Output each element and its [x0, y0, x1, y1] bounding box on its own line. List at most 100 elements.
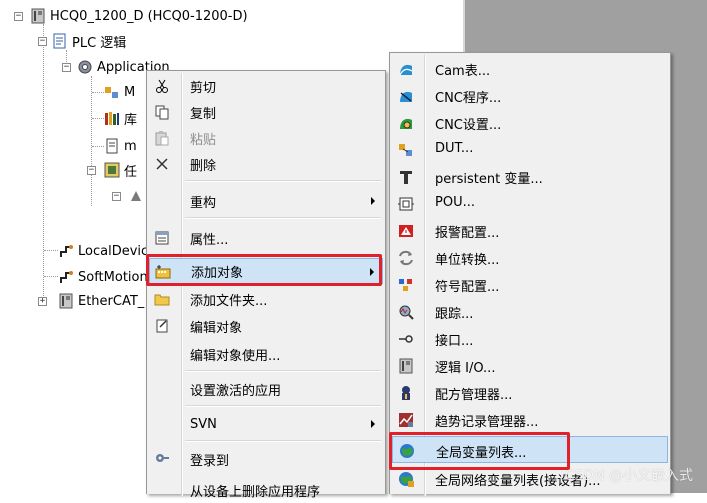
menu-item-login[interactable]: 登录到: [149, 446, 383, 472]
add-object-submenu: Cam表... CNC程序... CNC设置... DUT... persist…: [389, 52, 671, 496]
submenu-item-symbol-config[interactable]: 符号配置...: [392, 271, 668, 298]
highlight-box-global-var-list: [389, 432, 570, 470]
menu-item-copy[interactable]: 复制: [149, 99, 383, 125]
tree-line: [92, 146, 104, 147]
menu-item-edit-object-usage[interactable]: 编辑对象使用...: [149, 341, 383, 367]
submenu-item-unit-conversion[interactable]: 单位转换...: [392, 244, 668, 271]
submenu-item-dut[interactable]: DUT...: [392, 136, 668, 163]
task-config-icon: [104, 162, 120, 178]
menu-item-paste[interactable]: 粘贴: [149, 125, 383, 151]
gear-icon: [77, 59, 93, 75]
highlight-box-add-object: [146, 254, 382, 286]
submenu-item-trace[interactable]: 跟踪...: [392, 298, 668, 325]
tree-item-plc-logic[interactable]: PLC 逻辑: [52, 31, 126, 51]
ethercat-expand-toggle[interactable]: +: [38, 297, 47, 306]
paste-icon: [153, 129, 171, 147]
tree-item-task[interactable]: [128, 186, 144, 206]
tree-item-child-m[interactable]: M: [104, 82, 135, 102]
tree-item-ethercat[interactable]: EtherCAT_: [58, 291, 144, 311]
menu-item-set-active-application[interactable]: 设置激活的应用: [149, 376, 383, 402]
device-icon: [30, 8, 46, 24]
trace-icon: [396, 302, 416, 322]
trend-recorder-icon: [396, 410, 416, 430]
menu-separator: [185, 180, 381, 182]
folder-icon: [153, 290, 171, 308]
scissors-icon: [153, 77, 171, 95]
cnc-settings-icon: [396, 113, 416, 133]
watermark: CSDN @小义嵌入式: [564, 468, 693, 484]
plc-logic-icon: [52, 33, 68, 49]
tree-item-label: LocalDevic: [78, 243, 149, 259]
submenu-item-interface[interactable]: 接口...: [392, 325, 668, 352]
submenu-item-trend-recorder[interactable]: 趋势记录管理器...: [392, 406, 668, 433]
application-collapse-toggle[interactable]: −: [62, 63, 71, 72]
tree-item-label: PLC 逻辑: [72, 35, 127, 51]
submenu-arrow-icon: [371, 420, 375, 428]
menu-item-edit-object[interactable]: 编辑对象: [149, 313, 383, 339]
submenu-item-cnc-settings[interactable]: CNC设置...: [392, 109, 668, 136]
submenu-item-cnc-program[interactable]: CNC程序...: [392, 82, 668, 109]
properties-icon: [153, 229, 171, 247]
tree-line: [43, 24, 44, 304]
submenu-item-alarm-config[interactable]: 报警配置...: [392, 217, 668, 244]
menu-item-delete[interactable]: 删除: [149, 151, 383, 177]
menu-separator: [185, 405, 381, 407]
dut-icon: [104, 84, 120, 100]
unit-conversion-icon: [396, 248, 416, 268]
tree-item-child-ma[interactable]: m: [104, 136, 137, 156]
cam-table-icon: [396, 59, 416, 79]
edit-object-icon: [153, 317, 171, 335]
menu-separator: [185, 440, 381, 442]
tree-item-library[interactable]: 库: [104, 108, 137, 128]
persistent-var-icon: [396, 167, 416, 187]
alarm-config-icon: [396, 221, 416, 241]
interface-icon: [396, 329, 416, 349]
submenu-item-persistent-vars[interactable]: persistent 变量...: [392, 163, 668, 190]
cnc-program-icon: [396, 86, 416, 106]
submenu-item-logic-io[interactable]: 逻辑 I/O...: [392, 352, 668, 379]
task-child-collapse-toggle[interactable]: −: [112, 192, 121, 201]
menu-item-svn[interactable]: SVN: [149, 411, 383, 437]
tree-item-label: 库: [124, 112, 138, 128]
tree-item-task-config[interactable]: 任: [104, 160, 137, 180]
tree-item-label: EtherCAT_: [78, 293, 145, 309]
task-collapse-toggle[interactable]: −: [87, 166, 96, 175]
tree-line: [92, 118, 104, 119]
symbol-config-icon: [396, 275, 416, 295]
delete-icon: [153, 155, 171, 173]
menu-item-refactor[interactable]: 重构: [149, 188, 383, 214]
recipe-manager-icon: [396, 383, 416, 403]
pou-icon: [396, 194, 416, 214]
submenu-item-pou[interactable]: POU...: [392, 190, 668, 217]
tree-line: [44, 250, 58, 251]
dut-icon: [396, 140, 416, 160]
task-icon: [128, 188, 144, 204]
menu-item-cut[interactable]: 剪切: [149, 73, 383, 99]
menu-item-add-folder[interactable]: 添加文件夹...: [149, 286, 383, 312]
menu-separator: [185, 370, 381, 372]
submenu-arrow-icon: [371, 197, 375, 205]
tree-line: [91, 76, 92, 206]
plc-logic-collapse-toggle[interactable]: −: [38, 37, 47, 46]
tree-item-softmotion[interactable]: SoftMotion: [58, 267, 148, 287]
axis-icon: [58, 269, 74, 285]
submenu-item-cam-table[interactable]: Cam表...: [392, 55, 668, 82]
submenu-item-recipe-manager[interactable]: 配方管理器...: [392, 379, 668, 406]
document-icon: [104, 138, 120, 154]
tree-item-label: M: [124, 84, 136, 100]
tree-item-local-device[interactable]: LocalDevic: [58, 241, 148, 261]
tree-line: [92, 92, 104, 93]
login-icon: [153, 450, 171, 468]
tree-item-label: SoftMotion: [78, 269, 148, 285]
axis-icon: [58, 243, 74, 259]
menu-item-properties[interactable]: 属性...: [149, 225, 383, 251]
root-collapse-toggle[interactable]: −: [14, 12, 23, 21]
tree-item-root[interactable]: HCQ0_1200_D (HCQ0-1200-D): [30, 6, 248, 26]
network-var-list-icon: [396, 469, 416, 489]
copy-icon: [153, 103, 171, 121]
tree-item-label: 任: [124, 164, 138, 180]
menu-item-remove-app-from-device[interactable]: 从设备上删除应用程序: [149, 477, 383, 503]
device-icon: [58, 293, 74, 309]
logic-io-icon: [396, 356, 416, 376]
library-icon: [104, 110, 120, 126]
